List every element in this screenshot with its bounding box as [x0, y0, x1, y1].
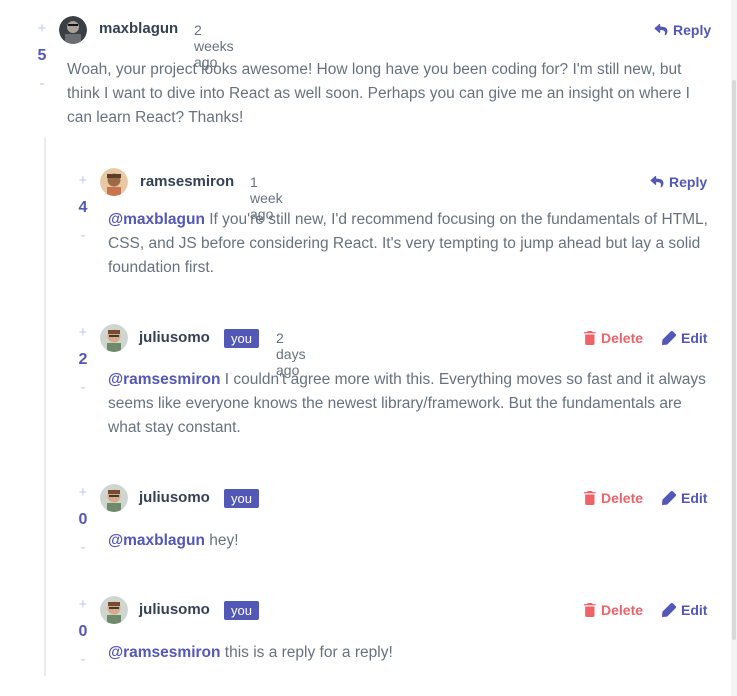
edit-label: Edit — [681, 490, 708, 506]
score: 0 — [78, 511, 88, 528]
comment-body: hey! — [209, 532, 239, 549]
edit-button[interactable]: Edit — [662, 490, 707, 506]
comment-body: this is a reply for a reply! — [224, 644, 393, 661]
score: 0 — [78, 623, 88, 640]
scrollbar[interactable] — [731, 0, 737, 696]
mention-link[interactable]: @ramsesmiron — [108, 371, 220, 388]
avatar[interactable] — [100, 596, 128, 624]
reply-thread-line — [44, 138, 46, 676]
delete-button[interactable]: Delete — [584, 602, 643, 618]
reply-button[interactable]: Reply — [654, 22, 711, 38]
username[interactable]: ramsesmiron — [140, 173, 234, 190]
trash-icon — [584, 491, 596, 505]
score: 4 — [78, 199, 88, 216]
comment-body: Woah, your project looks awesome! How lo… — [67, 61, 690, 126]
upvote-button[interactable]: + — [71, 324, 95, 341]
avatar[interactable] — [100, 484, 128, 512]
downvote-button[interactable]: - — [30, 75, 54, 92]
comment-text: @maxblagun If you're still new, I'd reco… — [108, 208, 708, 280]
delete-button[interactable]: Delete — [584, 330, 643, 346]
you-badge: you — [224, 601, 259, 620]
downvote-button[interactable]: - — [71, 539, 95, 556]
username[interactable]: juliusomo — [139, 489, 210, 506]
trash-icon — [584, 603, 596, 617]
score: 5 — [37, 47, 47, 64]
username[interactable]: juliusomo — [139, 329, 210, 346]
edit-label: Edit — [681, 602, 708, 618]
mention-link[interactable]: @ramsesmiron — [108, 644, 220, 661]
you-badge: you — [224, 489, 259, 508]
comment-text: @ramsesmiron this is a reply for a reply… — [108, 641, 708, 665]
edit-label: Edit — [681, 330, 708, 346]
upvote-button[interactable]: + — [71, 596, 95, 613]
reply-button[interactable]: Reply — [650, 174, 707, 190]
mention-link[interactable]: @maxblagun — [108, 532, 205, 549]
upvote-button[interactable]: + — [71, 484, 95, 501]
reply-icon — [650, 176, 664, 188]
comment-text: @maxblagun hey! — [108, 529, 708, 553]
reply-icon — [654, 24, 668, 36]
username[interactable]: maxblagun — [99, 20, 178, 37]
upvote-button[interactable]: + — [30, 20, 54, 37]
delete-button[interactable]: Delete — [584, 490, 643, 506]
pencil-icon — [662, 491, 676, 505]
downvote-button[interactable]: - — [71, 379, 95, 396]
avatar[interactable] — [100, 324, 128, 352]
edit-button[interactable]: Edit — [662, 602, 707, 618]
comments-page: + 5 - maxblagun 2 weeks ago Reply Woah, … — [0, 0, 737, 696]
reply-label: Reply — [673, 22, 712, 38]
trash-icon — [584, 331, 596, 345]
downvote-button[interactable]: - — [71, 651, 95, 668]
pencil-icon — [662, 603, 676, 617]
delete-label: Delete — [601, 330, 644, 346]
delete-label: Delete — [601, 602, 644, 618]
upvote-button[interactable]: + — [71, 172, 95, 189]
avatar[interactable] — [59, 16, 87, 44]
edit-button[interactable]: Edit — [662, 330, 707, 346]
score: 2 — [78, 351, 88, 368]
reply-label: Reply — [669, 174, 708, 190]
comment-text: @ramsesmiron I couldn't agree more with … — [108, 368, 708, 440]
avatar[interactable] — [100, 168, 128, 196]
username[interactable]: juliusomo — [139, 601, 210, 618]
you-badge: you — [224, 329, 259, 348]
pencil-icon — [662, 331, 676, 345]
mention-link[interactable]: @maxblagun — [108, 211, 205, 228]
downvote-button[interactable]: - — [71, 227, 95, 244]
delete-label: Delete — [601, 490, 644, 506]
comment-text: Woah, your project looks awesome! How lo… — [67, 58, 707, 130]
scrollbar-thumb[interactable] — [732, 80, 736, 640]
